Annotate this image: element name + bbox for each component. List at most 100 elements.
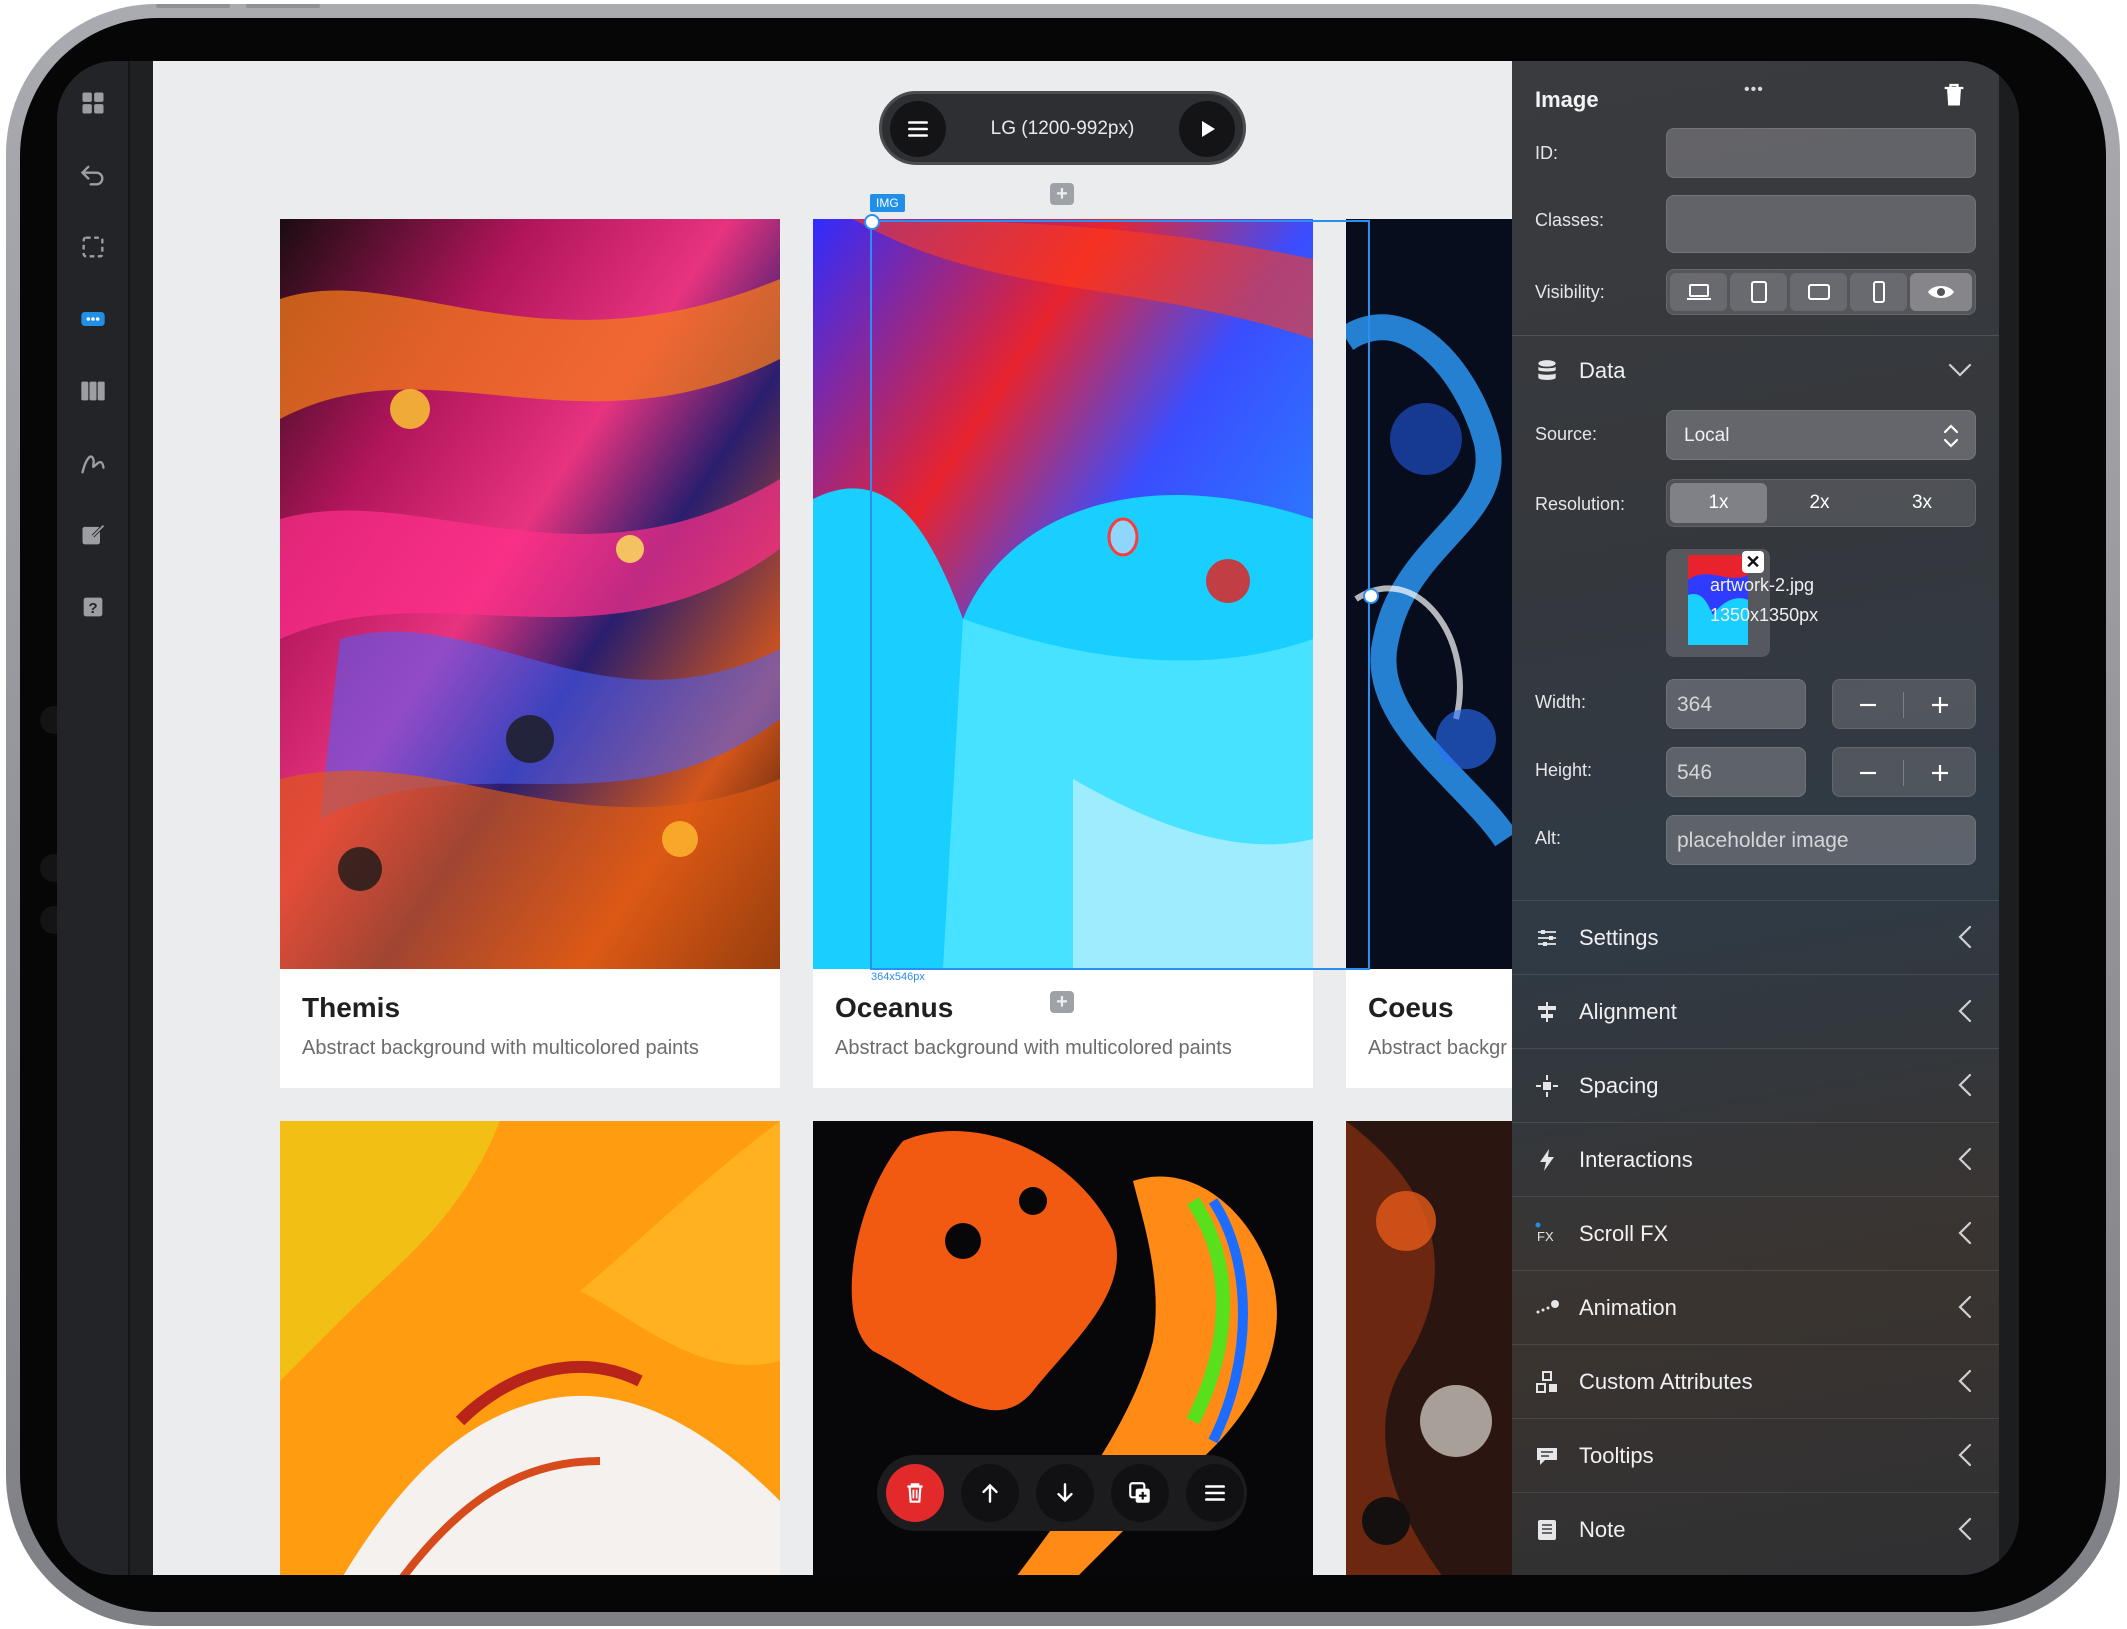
chevron-left-icon bbox=[1958, 1369, 1972, 1393]
properties-panel: Image ••• ID: Classes: Visibility: Data … bbox=[1512, 61, 1999, 1575]
menu-icon[interactable] bbox=[1186, 1464, 1244, 1522]
add-element-icon[interactable]: + bbox=[1050, 183, 1074, 205]
sliders-icon bbox=[1534, 925, 1560, 951]
visibility-label: Visibility: bbox=[1535, 282, 1605, 302]
id-label: ID: bbox=[1535, 143, 1559, 163]
volume-button bbox=[246, 4, 320, 8]
more-icon[interactable] bbox=[73, 299, 113, 339]
width-stepper bbox=[1832, 679, 1976, 729]
section-label: Tooltips bbox=[1579, 1443, 1654, 1468]
card-description: Abstract backgr bbox=[1368, 1037, 1507, 1059]
file-dimensions: 1350x1350px bbox=[1710, 605, 1819, 625]
section-label: Custom Attributes bbox=[1579, 1369, 1753, 1394]
add-element-icon[interactable]: + bbox=[1050, 991, 1074, 1013]
edit-icon[interactable] bbox=[73, 515, 113, 555]
help-icon[interactable]: ? bbox=[73, 587, 113, 627]
left-toolbar: ? bbox=[57, 61, 130, 1575]
card-themis[interactable]: Themis Abstract background with multicol… bbox=[280, 219, 780, 1088]
classes-label: Classes: bbox=[1535, 210, 1605, 230]
delete-icon[interactable] bbox=[886, 1464, 944, 1522]
phone-visibility-icon[interactable] bbox=[1850, 273, 1907, 311]
element-action-bar bbox=[877, 1455, 1247, 1531]
section-scroll-fx[interactable]: FX Scroll FX bbox=[1512, 1196, 1999, 1271]
plus-icon[interactable] bbox=[1905, 748, 1975, 798]
remove-image-icon[interactable]: ✕ bbox=[1742, 551, 1764, 573]
resolution-label: Resolution: bbox=[1535, 494, 1626, 514]
grid-icon[interactable] bbox=[73, 83, 113, 123]
animation-icon bbox=[1534, 1295, 1560, 1321]
minus-icon[interactable] bbox=[1833, 748, 1903, 798]
divider bbox=[1903, 760, 1904, 786]
file-name: artwork-2.jpg bbox=[1710, 575, 1815, 595]
volume-button bbox=[156, 4, 230, 8]
resolution-segmented-control: 1x 2x 3x bbox=[1666, 479, 1976, 527]
data-section-label[interactable]: Data bbox=[1579, 358, 1625, 384]
height-input[interactable]: 546 bbox=[1666, 747, 1806, 797]
undo-icon[interactable] bbox=[73, 155, 113, 195]
section-alignment[interactable]: Alignment bbox=[1512, 974, 1999, 1049]
card-title: Oceanus bbox=[835, 992, 954, 1023]
resize-handle[interactable] bbox=[1363, 588, 1379, 604]
resolution-1x-option[interactable]: 1x bbox=[1670, 483, 1767, 523]
custom-attributes-icon bbox=[1534, 1369, 1560, 1395]
selection-size-label: 364x546px bbox=[871, 971, 925, 983]
chevron-left-icon bbox=[1958, 925, 1972, 949]
section-label: Alignment bbox=[1579, 999, 1677, 1024]
themis-image[interactable] bbox=[280, 219, 780, 969]
more-options-icon[interactable]: ••• bbox=[1744, 81, 1764, 99]
section-custom-attributes[interactable]: Custom Attributes bbox=[1512, 1344, 1999, 1419]
draw-icon[interactable] bbox=[73, 443, 113, 483]
height-stepper bbox=[1832, 747, 1976, 797]
visibility-toggle-group bbox=[1666, 269, 1976, 315]
select-chevron-icon bbox=[1943, 424, 1959, 448]
chevron-left-icon bbox=[1958, 1295, 1972, 1319]
section-tooltips[interactable]: Tooltips bbox=[1512, 1418, 1999, 1493]
move-down-icon[interactable] bbox=[1036, 1464, 1094, 1522]
columns-icon[interactable] bbox=[73, 371, 113, 411]
chevron-left-icon bbox=[1958, 1073, 1972, 1097]
trash-icon[interactable] bbox=[1940, 81, 1968, 109]
chevron-left-icon bbox=[1958, 1517, 1972, 1541]
duplicate-icon[interactable] bbox=[1111, 1464, 1169, 1522]
classes-field[interactable] bbox=[1666, 195, 1976, 253]
alt-input[interactable]: placeholder image bbox=[1666, 815, 1976, 865]
chevron-left-icon bbox=[1958, 1443, 1972, 1467]
resolution-2x-option[interactable]: 2x bbox=[1771, 483, 1868, 523]
breakpoint-selector[interactable]: LG (1200-992px) bbox=[879, 91, 1246, 165]
image-thumbnail-well[interactable]: ✕ bbox=[1666, 549, 1770, 657]
divider bbox=[1512, 335, 1999, 336]
database-icon bbox=[1534, 358, 1560, 384]
section-settings[interactable]: Settings bbox=[1512, 900, 1999, 975]
section-interactions[interactable]: Interactions bbox=[1512, 1122, 1999, 1197]
section-animation[interactable]: Animation bbox=[1512, 1270, 1999, 1345]
id-field[interactable] bbox=[1666, 128, 1976, 178]
minus-icon[interactable] bbox=[1833, 680, 1903, 730]
move-up-icon[interactable] bbox=[961, 1464, 1019, 1522]
selection-tag: IMG bbox=[870, 194, 905, 212]
tooltip-icon bbox=[1534, 1443, 1560, 1469]
source-select[interactable]: Local bbox=[1666, 410, 1976, 460]
card-image-row2[interactable] bbox=[280, 1121, 780, 1575]
play-icon[interactable] bbox=[1179, 101, 1235, 157]
selection-icon[interactable] bbox=[73, 227, 113, 267]
section-note[interactable]: Note bbox=[1512, 1492, 1999, 1567]
width-input[interactable]: 364 bbox=[1666, 679, 1806, 729]
resize-handle[interactable] bbox=[864, 214, 880, 230]
eye-icon[interactable] bbox=[1910, 273, 1972, 311]
height-label: Height: bbox=[1535, 760, 1593, 780]
tablet-landscape-visibility-icon[interactable] bbox=[1730, 273, 1787, 311]
spacing-icon bbox=[1534, 1073, 1560, 1099]
section-label: Spacing bbox=[1579, 1073, 1659, 1098]
chevron-down-icon[interactable] bbox=[1948, 359, 1972, 381]
resolution-3x-option[interactable]: 3x bbox=[1872, 483, 1972, 523]
section-label: Settings bbox=[1579, 925, 1659, 950]
section-spacing[interactable]: Spacing bbox=[1512, 1048, 1999, 1123]
plus-icon[interactable] bbox=[1905, 680, 1975, 730]
desktop-visibility-icon[interactable] bbox=[1670, 273, 1727, 311]
tablet-visibility-icon[interactable] bbox=[1790, 273, 1847, 311]
design-canvas[interactable]: Themis Abstract background with multicol… bbox=[153, 61, 1609, 1575]
align-center-icon bbox=[1534, 999, 1560, 1025]
chevron-left-icon bbox=[1958, 1221, 1972, 1245]
section-label: Animation bbox=[1579, 1295, 1677, 1320]
panel-title: Image bbox=[1535, 87, 1599, 112]
